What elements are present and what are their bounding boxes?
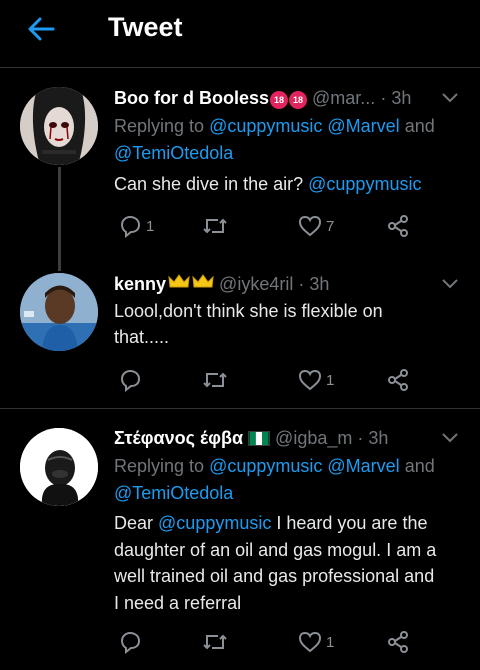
avatar[interactable] [20,87,98,165]
replying-prefix: Replying to [114,456,205,476]
crown-icon [192,274,214,288]
share-button[interactable] [386,365,410,395]
like-count: 1 [326,371,335,389]
reply-button[interactable]: 1 [118,211,154,241]
thread-line [58,167,61,271]
reply-icon [120,631,141,654]
mention-link[interactable]: @cuppymusic [158,513,271,533]
share-button[interactable] [386,627,410,657]
display-name[interactable]: kenny [114,274,166,294]
like-icon [298,631,322,653]
like-count: 7 [326,217,335,235]
display-name[interactable]: Στέφανος έφβα [114,428,243,448]
tweet-text-line: that..... [114,327,170,347]
share-button[interactable] [386,211,410,241]
like-button[interactable]: 7 [298,211,334,241]
chevron-down-icon[interactable] [440,91,460,105]
retweet-icon [203,634,227,650]
mention-link[interactable]: @cuppymusic @Marvel [209,116,400,136]
tweet-text-line: daughter of an oil and gas mogul. I am a [114,539,437,560]
share-icon [388,215,408,237]
tweet-actions: 1 [114,365,434,395]
mention-link[interactable]: @cuppymusic [308,174,421,194]
handle[interactable]: @mar... [312,88,375,108]
tweet-text: Dear @cuppymusic I heard you are the dau… [114,510,466,616]
reply-icon [120,369,141,392]
like-icon [298,369,322,391]
nigeria-flag-icon [248,431,271,446]
handle[interactable]: @iyke4ril [219,274,293,294]
retweet-button[interactable] [202,627,228,657]
tweet-text-content: I heard you are the [276,513,428,533]
like-icon [298,215,322,237]
back-arrow-icon[interactable] [26,14,56,44]
timestamp: · 3h [357,428,389,448]
like-button[interactable]: 1 [298,365,334,395]
chevron-down-icon[interactable] [440,431,460,445]
top-bar: Tweet [0,0,480,68]
avatar[interactable] [20,273,98,351]
tweet-actions: 1 [114,627,434,657]
tweet-text-line: Loool,don't think she is flexible on [114,301,383,321]
display-name[interactable]: Boo for d Booless [114,88,269,108]
and-text: and [404,116,435,136]
handle[interactable]: @igba_m [275,428,352,448]
share-icon [388,369,408,391]
tweet-text: Can she dive in the air? @cuppymusic [114,171,466,197]
tweet-2[interactable]: kenny @iyke4ril · 3h Loool,don't think s… [0,269,480,409]
replying-prefix: Replying to [114,116,205,136]
crown-icon [168,274,190,288]
like-button[interactable]: 1 [298,627,334,657]
mention-link[interactable]: @TemiOtedola [114,143,233,163]
page-title: Tweet [108,12,183,42]
like-count: 1 [326,633,335,651]
reply-icon [120,215,141,238]
replying-to: Replying to @cuppymusic @Marvel and @Tem… [114,113,464,167]
mention-link[interactable]: @cuppymusic @Marvel [209,456,400,476]
tweet-header: Boo for d Booless 18 18 @mar... · 3h [114,86,411,110]
tweet-1[interactable]: Boo for d Booless 18 18 @mar... · 3h Reply… [0,69,480,271]
eighteen-badge-icon: 18 [270,91,289,109]
reply-button[interactable] [118,365,146,395]
tweet-3[interactable]: Στέφανος έφβα @igba_m · 3h Replying to @… [0,409,480,670]
tweet-text-content: Can she dive in the air? [114,174,304,194]
avatar[interactable] [20,428,98,506]
timestamp: · 3h [380,88,412,108]
tweet-header: kenny @iyke4ril · 3h [114,272,329,296]
tweet-text-line: I need a referral [114,592,242,613]
retweet-button[interactable] [202,211,228,241]
eighteen-badge-icon: 18 [289,91,308,109]
reply-count: 1 [146,217,155,235]
tweet-header: Στέφανος έφβα @igba_m · 3h [114,426,388,450]
retweet-button[interactable] [202,365,228,395]
and-text: and [404,456,435,476]
tweet-text: Loool,don't think she is flexible on tha… [114,298,466,350]
tweet-actions: 1 7 [114,211,434,241]
share-icon [388,631,408,653]
retweet-icon [203,372,227,388]
timestamp: · 3h [298,274,330,294]
chevron-down-icon[interactable] [440,277,460,291]
tweet-text-line: well trained oil and gas professional an… [114,566,435,586]
retweet-icon [203,218,227,234]
replying-to: Replying to @cuppymusic @Marvel and @Tem… [114,453,464,507]
reply-button[interactable] [118,627,146,657]
tweet-text-content: Dear [114,513,154,533]
mention-link[interactable]: @TemiOtedola [114,483,233,503]
